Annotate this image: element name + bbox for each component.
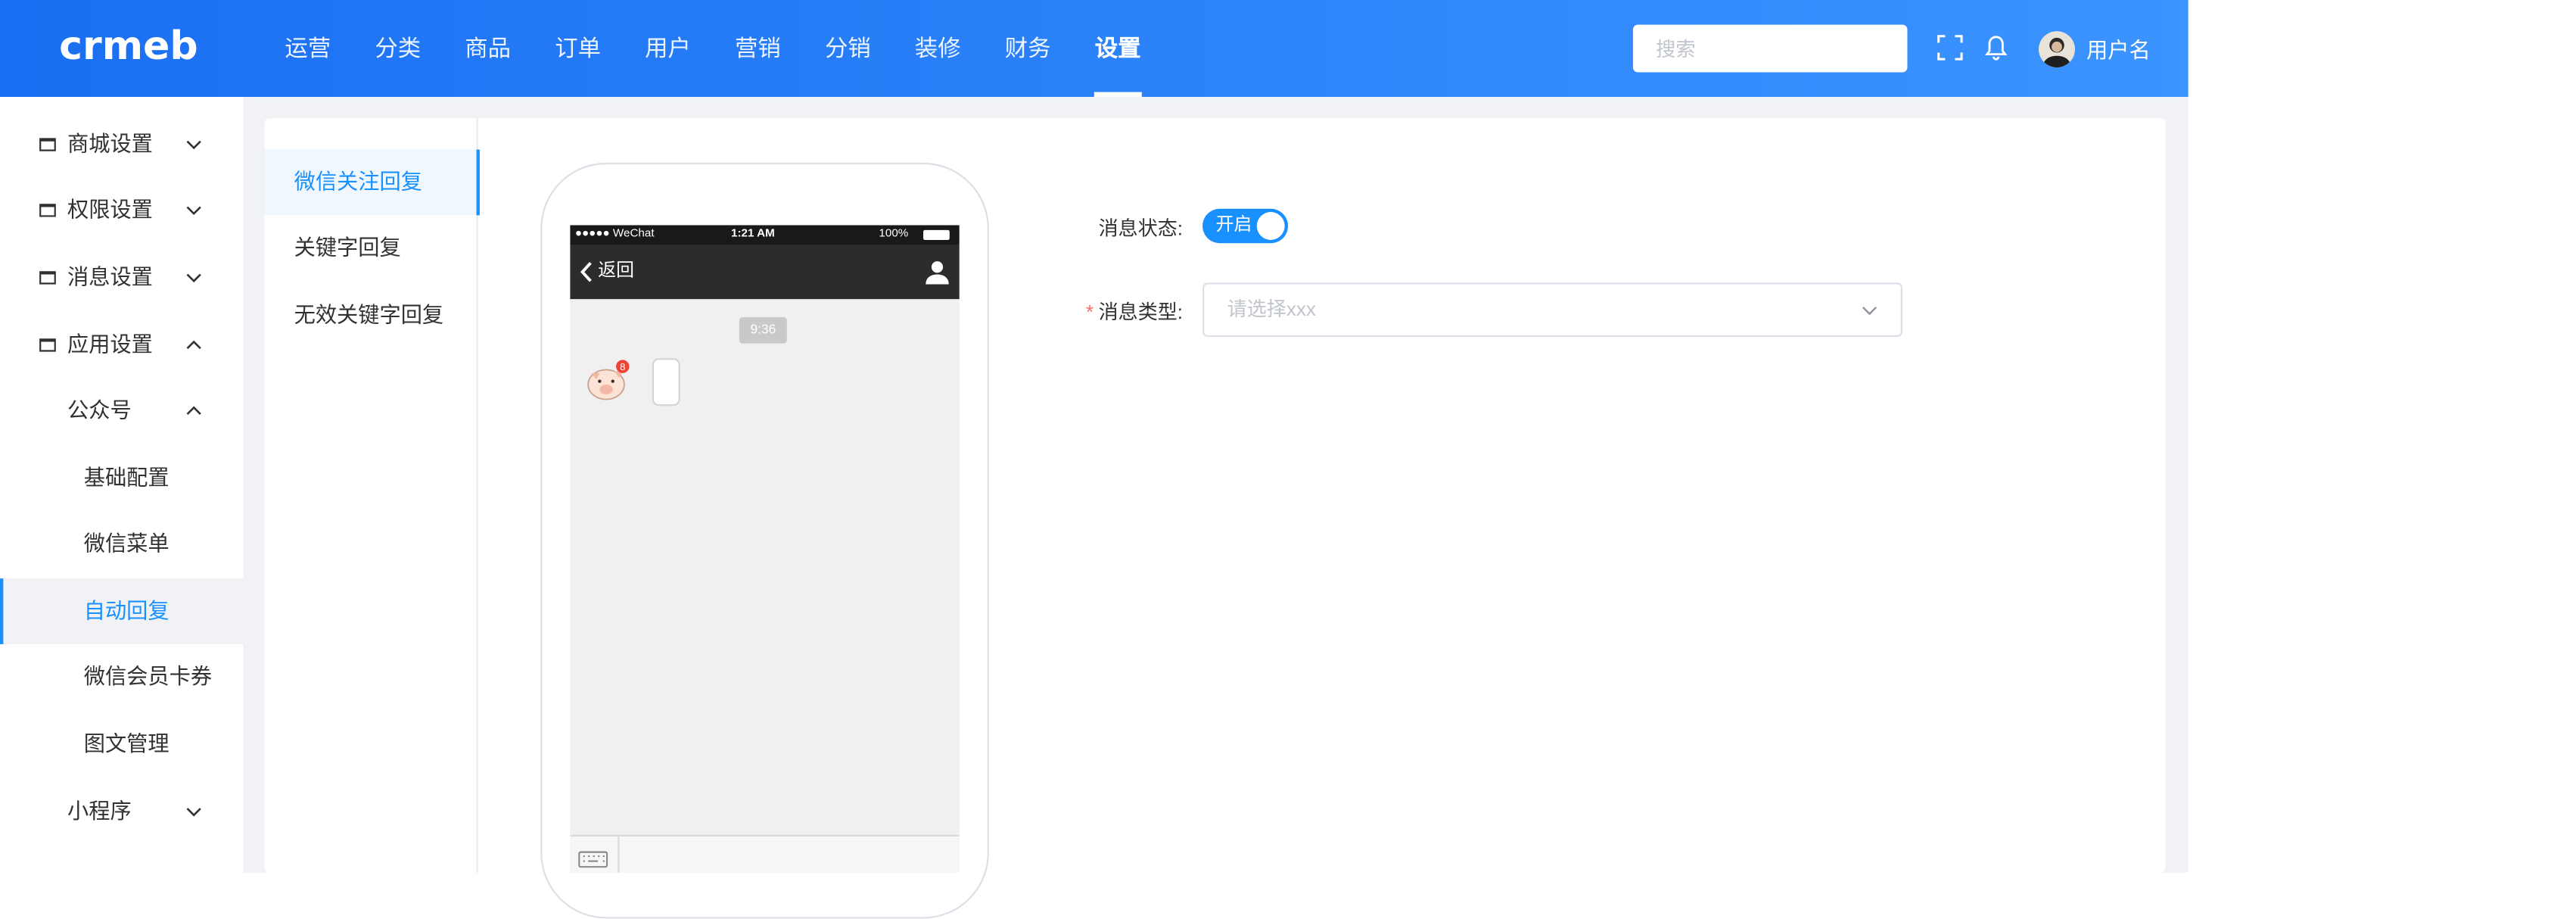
window-icon	[39, 138, 56, 151]
pig-avatar-icon: 8	[587, 360, 630, 400]
chevron-down-icon	[186, 206, 201, 216]
window-icon	[39, 271, 56, 285]
sidebar-item-label: 基础配置	[83, 465, 170, 490]
status-label: 消息状态:	[1098, 217, 1184, 240]
nav-decoration[interactable]: 装修	[893, 0, 983, 97]
notification-badge: 8	[620, 361, 625, 372]
sidebar-item-permission-settings[interactable]: 权限设置	[0, 177, 243, 243]
battery-label: 100%	[879, 228, 909, 240]
fullscreen-icon[interactable]	[1937, 35, 1963, 61]
sidebar-item-label: 图文管理	[83, 731, 170, 756]
window-icon	[39, 204, 56, 217]
sidebar-item-label: 小程序	[67, 799, 132, 824]
nav-settings[interactable]: 设置	[1073, 0, 1163, 98]
nav-distribution[interactable]: 分销	[803, 0, 893, 97]
app-root: crmeb 运营 分类 商品 订单 用户 营销 分销 装修 财务 设置 搜索 用…	[0, 0, 2576, 919]
sidebar-item-label: 应用设置	[67, 332, 153, 357]
chevron-down-icon	[186, 140, 201, 150]
sidebar-item-message-settings[interactable]: 消息设置	[0, 245, 243, 310]
sidebar-item-wechat-menu[interactable]: 微信菜单	[0, 511, 243, 577]
search-input[interactable]	[1632, 24, 1908, 73]
sidebar-item-label: 公众号	[67, 397, 132, 422]
nav-users[interactable]: 用户	[623, 0, 713, 97]
nav-marketing[interactable]: 营销	[713, 0, 803, 97]
sidebar-item-member-card[interactable]: 微信会员卡券	[0, 644, 243, 710]
empty-message-bubble	[652, 358, 680, 407]
phone-title-bar: 返回	[570, 245, 960, 300]
sidebar-item-auto-reply[interactable]: 自动回复	[0, 578, 244, 644]
top-nav: 运营 分类 商品 订单 用户 营销 分销 装修 财务 设置	[263, 0, 1163, 98]
avatar[interactable]	[2039, 30, 2075, 67]
sidebar-item-basic-config[interactable]: 基础配置	[0, 445, 243, 511]
chevron-up-icon	[186, 340, 201, 350]
divider	[618, 836, 620, 873]
type-label: 消息类型:	[1098, 301, 1184, 324]
required-asterisk: *	[1085, 301, 1094, 324]
sidebar-item-mini-program[interactable]: 小程序	[0, 779, 243, 845]
sidebar-item-label: 权限设置	[67, 197, 153, 223]
logo-text: crmeb	[59, 23, 198, 70]
chevron-up-icon	[186, 406, 201, 415]
sidebar-item-official-account[interactable]: 公众号	[0, 378, 243, 444]
sidebar-item-label: 商城设置	[67, 131, 153, 157]
sidebar-item-mall-settings[interactable]: 商城设置	[0, 112, 243, 178]
sidebar-item-label: 自动回复	[83, 598, 170, 623]
back-label[interactable]: 返回	[598, 245, 634, 299]
nav-operations[interactable]: 运营	[263, 0, 353, 97]
nav-orders[interactable]: 订单	[533, 0, 623, 97]
phone-status-bar: ●●●●● WeChat 1:21 AM 100%	[570, 225, 960, 245]
crmeb-logo: crmeb	[59, 23, 198, 69]
chevron-down-icon	[186, 273, 201, 283]
tab-follow-reply[interactable]: 微信关注回复	[264, 149, 480, 216]
profile-icon[interactable]	[925, 260, 950, 285]
chevron-down-icon	[186, 808, 201, 817]
window-icon	[39, 338, 56, 352]
reply-type-nav: 微信关注回复 关键字回复 无效关键字回复	[264, 118, 480, 873]
nav-products[interactable]: 商品	[443, 0, 533, 97]
back-icon[interactable]	[580, 261, 593, 282]
tab-invalid-keyword-reply[interactable]: 无效关键字回复	[265, 282, 478, 348]
message-type-select[interactable]: 请选择xxx	[1202, 282, 1902, 338]
select-placeholder: 请选择xxx	[1227, 297, 1316, 321]
sidebar-item-article-management[interactable]: 图文管理	[0, 712, 243, 777]
clock-label: 1:21 AM	[731, 228, 775, 240]
switch-label: 开启	[1215, 215, 1252, 235]
carrier-label: ●●●●● WeChat	[574, 228, 655, 240]
switch-knob	[1256, 212, 1285, 240]
user-menu[interactable]: 用户名	[2039, 30, 2151, 67]
status-switch[interactable]: 开启	[1202, 208, 1288, 244]
tab-keyword-reply[interactable]: 关键字回复	[265, 215, 478, 281]
keyboard-icon[interactable]	[578, 848, 608, 868]
message-timestamp: 9:36	[739, 316, 787, 344]
sidebar-item-app-settings[interactable]: 应用设置	[0, 312, 243, 378]
nav-category[interactable]: 分类	[353, 0, 443, 97]
bell-icon[interactable]	[1983, 35, 2009, 61]
sidebar-item-label: 微信会员卡券	[83, 664, 213, 689]
sidebar-item-label: 微信菜单	[83, 531, 170, 556]
battery-icon	[923, 229, 950, 240]
sidebar-item-label: 消息设置	[67, 264, 153, 290]
phone-screen: ●●●●● WeChat 1:21 AM 100% 返回 9:36 8	[570, 225, 960, 873]
chevron-down-icon	[1862, 307, 1878, 316]
avatar-image	[2039, 30, 2075, 67]
top-header: crmeb 运营 分类 商品 订单 用户 营销 分销 装修 财务 设置 搜索 用…	[0, 0, 2189, 98]
type-label-wrapper: * 消息类型:	[1051, 298, 1183, 326]
username-label: 用户名	[2086, 37, 2151, 63]
nav-finance[interactable]: 财务	[983, 0, 1073, 97]
phone-input-bar	[570, 834, 960, 873]
